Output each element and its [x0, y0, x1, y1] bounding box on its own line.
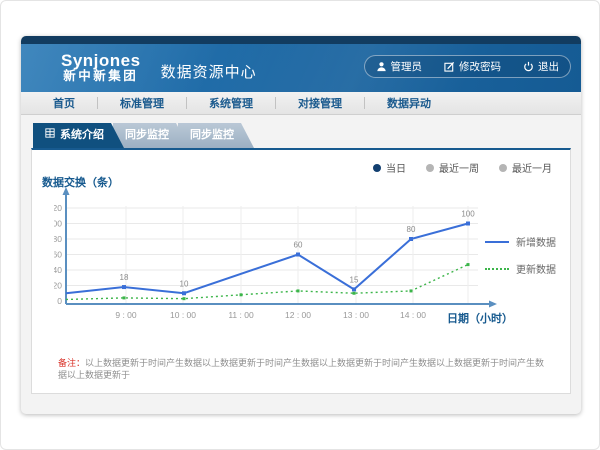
grid-icon — [45, 123, 55, 148]
nav-item-1[interactable]: 首页 — [47, 95, 81, 111]
screenshot-frame: Synjones 新中新集团 数据资源中心 管理员修改密码退出 首页标准管理系统… — [0, 0, 600, 450]
svg-text:20: 20 — [54, 281, 62, 291]
chart-panel: 当日最近一周最近一月 数据交换（条） 0204060801001209 : 00… — [31, 148, 571, 394]
edit-icon — [444, 61, 455, 72]
tab-2[interactable]: 同步监控 — [113, 123, 189, 148]
legend-line-sample — [485, 268, 509, 270]
user-action-1[interactable]: 管理员 — [365, 59, 434, 74]
nav-separator — [97, 97, 98, 109]
nav-separator — [364, 97, 365, 109]
x-axis-title: 日期（小时） — [447, 310, 513, 326]
legend-line-sample — [485, 241, 509, 243]
line-chart: 0 20 40 60 80 100 120 9 : 00 10 : 00 11 : 00 12 : … — [54, 184, 504, 336]
svg-text:100: 100 — [461, 210, 475, 219]
tab-3[interactable]: 同步监控 — [178, 123, 254, 148]
svg-text:60: 60 — [54, 250, 62, 260]
svg-text:60: 60 — [294, 241, 303, 250]
user-action-3[interactable]: 退出 — [512, 59, 570, 74]
brand-logo-cn: 新中新集团 — [61, 70, 141, 84]
nav-item-3[interactable]: 系统管理 — [203, 95, 259, 111]
svg-text:0: 0 — [57, 296, 62, 306]
svg-text:10 : 00: 10 : 00 — [170, 310, 196, 320]
tab-bar: 系统介绍同步监控同步监控 — [33, 123, 243, 148]
window-title-strip — [21, 36, 581, 44]
user-action-2[interactable]: 修改密码 — [433, 59, 512, 74]
user-icon — [376, 61, 387, 72]
svg-text:14 : 00: 14 : 00 — [400, 310, 426, 320]
nav-separator — [275, 97, 276, 109]
svg-text:100: 100 — [54, 219, 62, 229]
user-toolbar: 管理员修改密码退出 — [364, 55, 572, 78]
range-radio-1[interactable]: 当日 — [373, 160, 406, 175]
nav-item-4[interactable]: 对接管理 — [292, 95, 348, 111]
svg-text:11 : 00: 11 : 00 — [228, 310, 254, 320]
nav-item-5[interactable]: 数据异动 — [381, 95, 437, 111]
legend-item-1: 新增数据 — [485, 234, 556, 249]
svg-text:80: 80 — [54, 234, 62, 244]
range-filter-group: 当日 最近一周 最近一月 — [373, 160, 552, 175]
svg-text:80: 80 — [407, 225, 416, 234]
range-radio-2[interactable]: 最近一周 — [426, 160, 479, 175]
main-nav: 首页 标准管理 系统管理 对接管理 数据异动 — [21, 92, 581, 115]
page-title: 数据资源中心 — [161, 61, 257, 82]
svg-text:12 : 00: 12 : 00 — [285, 310, 311, 320]
radio-dot-icon — [373, 164, 381, 172]
footnote: 备注：以上数据更新于时间产生数据以上数据更新于时间产生数据以上数据更新于时间产生… — [58, 358, 550, 381]
legend-item-2: 更新数据 — [485, 261, 556, 276]
tab-1[interactable]: 系统介绍 — [33, 123, 124, 148]
nav-item-2[interactable]: 标准管理 — [114, 95, 170, 111]
nav-separator — [186, 97, 187, 109]
svg-text:40: 40 — [54, 265, 62, 275]
svg-text:10: 10 — [180, 279, 189, 288]
footnote-text: 以上数据更新于时间产生数据以上数据更新于时间产生数据以上数据更新于时间产生数据以… — [58, 358, 544, 380]
brand-logo: Synjones 新中新集团 — [61, 52, 141, 84]
radio-dot-icon — [426, 164, 434, 172]
svg-text:18: 18 — [120, 273, 129, 282]
range-radio-3[interactable]: 最近一月 — [499, 160, 552, 175]
power-icon — [523, 61, 534, 72]
app-window: Synjones 新中新集团 数据资源中心 管理员修改密码退出 首页标准管理系统… — [21, 36, 581, 414]
svg-text:120: 120 — [54, 203, 62, 213]
brand-logo-en: Synjones — [61, 52, 141, 71]
svg-text:9 : 00: 9 : 00 — [115, 310, 137, 320]
radio-dot-icon — [499, 164, 507, 172]
svg-text:15: 15 — [350, 275, 359, 284]
footnote-label: 备注： — [58, 358, 85, 368]
svg-text:13 : 00: 13 : 00 — [343, 310, 369, 320]
app-header: Synjones 新中新集团 数据资源中心 管理员修改密码退出 — [21, 44, 581, 92]
chart-legend: 新增数据更新数据 — [485, 234, 556, 276]
content-area: 系统介绍同步监控同步监控 当日最近一周最近一月 数据交换（条） 02040608… — [21, 115, 581, 414]
